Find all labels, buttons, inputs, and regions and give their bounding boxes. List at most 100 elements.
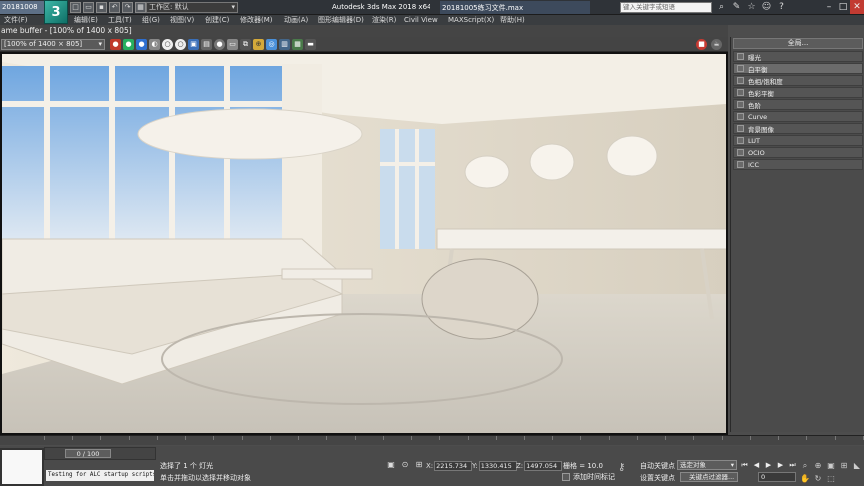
- green-channel-icon[interactable]: ●: [123, 39, 134, 50]
- redo-icon[interactable]: ↷: [122, 2, 133, 13]
- menu-views[interactable]: 视图(V): [170, 15, 194, 25]
- previous-frame-icon[interactable]: ◀: [752, 461, 761, 470]
- save-image-icon[interactable]: ▣: [188, 39, 199, 50]
- stop-render-icon[interactable]: ■: [696, 39, 707, 50]
- go-to-end-icon[interactable]: ⏭: [788, 461, 797, 470]
- red-channel-icon[interactable]: ●: [110, 39, 121, 50]
- teapot-render-icon[interactable]: ☕: [711, 39, 722, 50]
- cc-item-background-image[interactable]: 背景图像: [733, 123, 863, 134]
- checkbox[interactable]: [737, 161, 744, 168]
- key-icon[interactable]: ⚷: [618, 462, 625, 473]
- cc-item-color-balance[interactable]: 色彩平衡: [733, 87, 863, 98]
- save-file-icon[interactable]: ▪: [96, 2, 107, 13]
- alpha-channel-icon[interactable]: ◐: [149, 39, 160, 50]
- menu-file[interactable]: 文件(F): [4, 15, 28, 25]
- key-mode-select[interactable]: 选定对象 ▾: [677, 460, 737, 470]
- zoom-extents-all-icon[interactable]: ⊞: [839, 461, 849, 471]
- menu-graph-editors[interactable]: 图形编辑器(D): [318, 15, 364, 25]
- load-image-icon[interactable]: ▤: [201, 39, 212, 50]
- timeline-track[interactable]: [0, 435, 864, 445]
- cc-item-lut[interactable]: LUT: [733, 135, 863, 146]
- checkbox[interactable]: [737, 77, 744, 84]
- undo-icon[interactable]: ↶: [109, 2, 120, 13]
- isolate-icon[interactable]: ⊙: [400, 460, 410, 470]
- open-file-icon[interactable]: ▭: [83, 2, 94, 13]
- checkbox[interactable]: [737, 149, 744, 156]
- mono-icon[interactable]: ○: [162, 39, 173, 50]
- checkbox[interactable]: [737, 101, 744, 108]
- menu-group[interactable]: 组(G): [142, 15, 160, 25]
- zoom-all-icon[interactable]: ⊕: [813, 461, 823, 471]
- menu-tools[interactable]: 工具(T): [108, 15, 132, 25]
- checkbox[interactable]: [737, 53, 744, 60]
- doc-tab[interactable]: 20181008: [0, 1, 44, 14]
- checkbox[interactable]: [737, 113, 744, 120]
- x-value[interactable]: 2215.734: [434, 461, 473, 471]
- zoom-extents-icon[interactable]: ▣: [826, 461, 836, 471]
- track-mouse-icon[interactable]: ⊕: [253, 39, 264, 50]
- menu-create[interactable]: 创建(C): [205, 15, 229, 25]
- render-viewport[interactable]: [0, 52, 728, 435]
- z-value[interactable]: 1497.054: [524, 461, 563, 471]
- sphere-icon[interactable]: ●: [214, 39, 225, 50]
- maximize-icon[interactable]: □: [836, 0, 850, 14]
- star-icon[interactable]: ☆: [746, 1, 757, 13]
- help-icon[interactable]: ?: [776, 1, 787, 13]
- current-frame-field[interactable]: 0: [758, 472, 796, 482]
- set-key-button[interactable]: 设置关键点: [640, 473, 675, 483]
- absolute-mode-icon[interactable]: ⊞: [414, 460, 424, 470]
- y-value[interactable]: 1330.415: [478, 461, 517, 471]
- circle-icon[interactable]: ○: [175, 39, 186, 50]
- project-icon[interactable]: ▦: [135, 2, 146, 13]
- maximize-viewport-icon[interactable]: ⬚: [826, 474, 836, 484]
- maxscript-listener[interactable]: Testing for ALC startup scripts: [46, 470, 154, 481]
- next-frame-icon[interactable]: ▶: [776, 461, 785, 470]
- history-icon[interactable]: ▥: [279, 39, 290, 50]
- menu-maxscript[interactable]: MAXScript(X): [448, 15, 494, 25]
- mini-listener[interactable]: [0, 448, 44, 486]
- menu-animation[interactable]: 动画(A): [284, 15, 308, 25]
- cc-item-ocio[interactable]: OCIO: [733, 147, 863, 158]
- cc-item-exposure[interactable]: 曝光: [733, 51, 863, 62]
- play-icon[interactable]: ▶: [764, 461, 773, 470]
- add-time-tag[interactable]: 添加时间标记: [562, 472, 615, 482]
- channel-select[interactable]: [100% of 1400 × 805] ▾: [1, 39, 105, 50]
- key-filters-button[interactable]: 关键点过滤器...: [680, 472, 738, 482]
- search-input[interactable]: 键入关键字或短语: [620, 2, 712, 13]
- menu-modifiers[interactable]: 修改器(M): [240, 15, 273, 25]
- minimize-icon[interactable]: –: [822, 0, 836, 14]
- menu-civil-view[interactable]: Civil View: [404, 15, 438, 25]
- field-of-view-icon[interactable]: ◣: [852, 461, 862, 471]
- blue-channel-icon[interactable]: ●: [136, 39, 147, 50]
- pan-icon[interactable]: ✋: [800, 474, 810, 484]
- auto-key-button[interactable]: 自动关键点: [640, 461, 675, 471]
- community-icon[interactable]: ✎: [731, 1, 742, 13]
- orbit-icon[interactable]: ↻: [813, 474, 823, 484]
- menu-edit[interactable]: 编辑(E): [74, 15, 98, 25]
- cc-item-white-balance[interactable]: 白平衡: [733, 63, 863, 74]
- max-logo-icon[interactable]: 3: [44, 0, 68, 24]
- display-icon[interactable]: ▬: [305, 39, 316, 50]
- new-file-icon[interactable]: □: [70, 2, 81, 13]
- lens-effects-icon[interactable]: ◎: [266, 39, 277, 50]
- cc-item-icc[interactable]: ICC: [733, 159, 863, 170]
- lock-selection-icon[interactable]: ▣: [386, 460, 396, 470]
- menu-rendering[interactable]: 渲染(R): [372, 15, 396, 25]
- zoom-icon[interactable]: ⌕: [800, 461, 810, 471]
- menu-help[interactable]: 帮助(H): [500, 15, 525, 25]
- user-icon[interactable]: ☺: [761, 1, 772, 13]
- time-slider[interactable]: 0 / 100: [44, 447, 156, 460]
- cc-item-levels[interactable]: 色阶: [733, 99, 863, 110]
- checkbox[interactable]: [737, 125, 744, 132]
- workspace-select[interactable]: 工作区: 默认 ▾: [146, 2, 238, 13]
- go-to-start-icon[interactable]: ⏮: [740, 461, 749, 470]
- binoculars-icon[interactable]: ⌕: [716, 1, 727, 13]
- checkbox[interactable]: [737, 89, 744, 96]
- checkbox[interactable]: [737, 65, 744, 72]
- duplicate-icon[interactable]: ⧉: [240, 39, 251, 50]
- lut-icon[interactable]: ▦: [292, 39, 303, 50]
- cc-item-curve[interactable]: Curve: [733, 111, 863, 122]
- checkbox[interactable]: [737, 137, 744, 144]
- close-icon[interactable]: ✕: [850, 0, 864, 14]
- clear-icon[interactable]: ▭: [227, 39, 238, 50]
